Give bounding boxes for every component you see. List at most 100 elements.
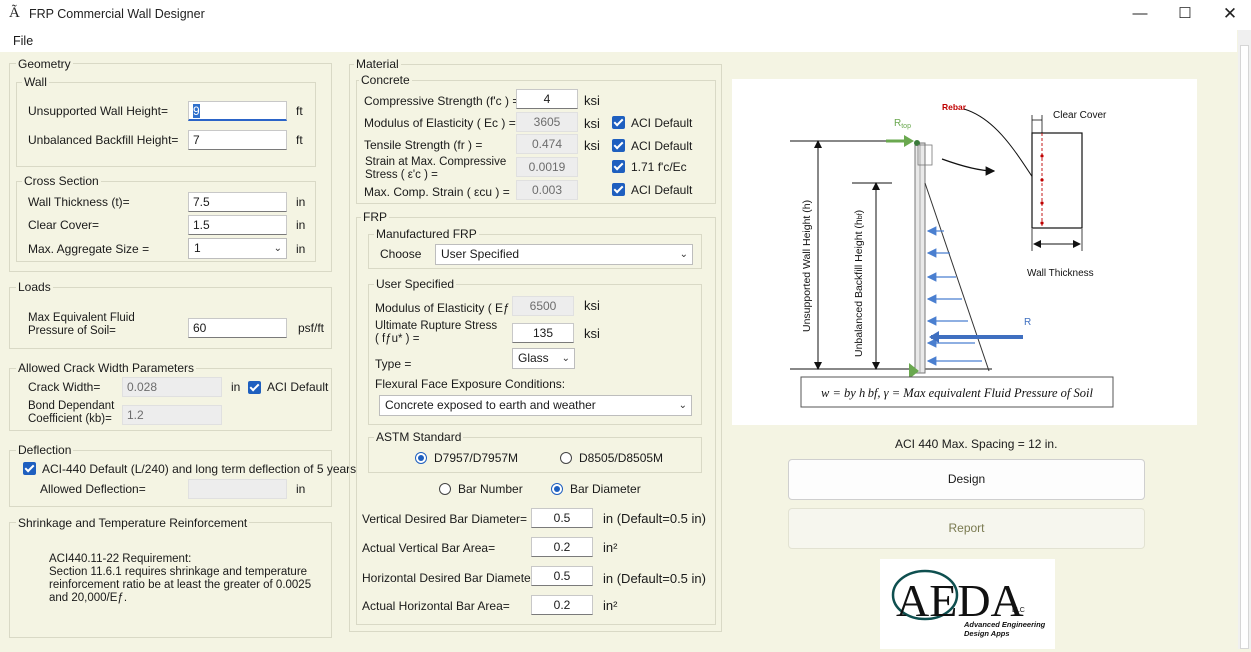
logo-tag2: Design Apps: [964, 629, 1010, 638]
allowed-deflection-label: Allowed Deflection=: [40, 482, 146, 496]
wall-thickness-input[interactable]: 7.5: [188, 192, 287, 212]
bar-number-label: Bar Number: [458, 482, 523, 496]
astm-d8505-radio[interactable]: [560, 452, 572, 464]
user-specified-legend: User Specified: [374, 277, 457, 291]
h-dia-unit: in (Default=0.5 in): [603, 571, 706, 586]
deflection-default-checkbox[interactable]: [23, 462, 36, 475]
wall-group: [16, 82, 316, 167]
astm-d7957-label: D7957/D7957M: [434, 451, 519, 465]
logo-llc: LLC: [1012, 607, 1025, 614]
h-dia-input[interactable]: 0.5: [531, 566, 593, 586]
ecu-label: Max. Comp. Strain ( εcu ) =: [364, 185, 510, 199]
ecu-default-checkbox[interactable]: [612, 183, 625, 196]
crack-width-input[interactable]: 0.028: [122, 377, 222, 397]
unsupported-height-input[interactable]: 9: [188, 101, 287, 121]
wall-thickness-unit: in: [296, 195, 306, 209]
spacing-note: ACI 440 Max. Spacing = 12 in.: [895, 437, 1058, 451]
ec-input[interactable]: 3605: [516, 112, 578, 132]
h-dia-label: Horizontal Desired Bar Diameter=: [362, 571, 542, 585]
crack-aci-default-checkbox[interactable]: [248, 381, 261, 394]
strain-label: Strain at Max. Compressive Stress ( ε'c )…: [365, 156, 507, 181]
shrinkage-text: ACI440.11-22 Requirement: Section 11.6.1…: [49, 553, 312, 604]
logo-tag1: Advanced Engineering: [963, 620, 1046, 629]
unsupported-height-diagram-label: Unsupported Wall Height (h): [801, 200, 813, 332]
shrinkage-legend: Shrinkage and Temperature Reinforcement: [16, 516, 250, 530]
bar-diameter-radio[interactable]: [551, 483, 563, 495]
crack-aci-default-label: ACI Default: [267, 380, 329, 394]
backfill-height-input[interactable]: 7: [188, 130, 287, 150]
scrollbar-thumb[interactable]: [1240, 45, 1249, 649]
fluid-pressure-input[interactable]: 60: [188, 318, 287, 338]
chevron-down-icon: ⌄: [273, 243, 282, 254]
ef-input[interactable]: 6500: [512, 296, 574, 316]
allowed-deflection-unit: in: [296, 482, 306, 496]
backfill-height-unit: ft: [296, 133, 303, 147]
h-area-label: Actual Horizontal Bar Area=: [362, 599, 510, 613]
geometry-legend: Geometry: [16, 57, 73, 71]
ffu-input[interactable]: 135: [512, 323, 574, 343]
close-icon[interactable]: ✕: [1207, 0, 1251, 30]
wall-thickness-label: Wall Thickness (t)=: [28, 195, 130, 209]
clear-cover-input[interactable]: 1.5: [188, 215, 287, 235]
frp-product-select[interactable]: User Specified ⌄: [435, 244, 693, 265]
v-area-input[interactable]: 0.2: [531, 537, 593, 557]
fc-input[interactable]: 4: [516, 89, 578, 109]
astm-d7957-radio[interactable]: [415, 452, 427, 464]
aggregate-size-label: Max. Aggregate Size =: [28, 242, 150, 256]
report-button[interactable]: Report: [788, 508, 1145, 549]
allowed-deflection-input[interactable]: [188, 479, 287, 499]
concrete-legend: Concrete: [359, 73, 412, 87]
fc-unit: ksi: [584, 93, 600, 108]
clear-cover-unit: in: [296, 218, 306, 232]
window-title: FRP Commercial Wall Designer: [29, 7, 205, 21]
clear-cover-diagram-label: Clear Cover: [1053, 110, 1107, 121]
bond-coefficient-label: Bond Dependant Coefficient (kb)=: [28, 400, 115, 425]
chevron-down-icon: ⌄: [561, 353, 570, 364]
fr-input[interactable]: 0.474: [516, 134, 578, 154]
logo-letters: AEDA: [896, 575, 1024, 626]
loads-legend: Loads: [16, 280, 53, 294]
crack-width-legend: Allowed Crack Width Parameters: [16, 361, 197, 375]
rebar-label: Rebar: [942, 102, 967, 112]
bond-coefficient-input[interactable]: 1.2: [122, 405, 222, 425]
wall-diagram-svg: Unsupported Wall Height (h) Unbalanced B…: [790, 102, 1114, 408]
fc-label: Compressive Strength (f'c ) =: [364, 94, 520, 108]
ffu-label: Ultimate Rupture Stress( fƒu* ) =: [375, 320, 498, 345]
crack-width-unit: in: [231, 380, 241, 394]
type-label: Type =: [375, 357, 412, 371]
fr-unit: ksi: [584, 138, 600, 153]
astm-legend: ASTM Standard: [374, 430, 464, 444]
fluid-pressure-unit: psf/ft: [298, 321, 325, 335]
maximize-icon[interactable]: ☐: [1162, 0, 1208, 30]
v-dia-label: Vertical Desired Bar Diameter=: [362, 512, 528, 526]
chevron-down-icon: ⌄: [678, 400, 687, 411]
frp-type-select[interactable]: Glass ⌄: [512, 348, 575, 369]
minimize-icon[interactable]: —: [1117, 0, 1163, 30]
menu-file[interactable]: File: [13, 34, 33, 48]
backfill-height-diagram-label: Unbalanced Backfill Height (hbf): [853, 210, 865, 357]
wall-diagram: Unsupported Wall Height (h) Unbalanced B…: [732, 79, 1197, 425]
fr-default-checkbox[interactable]: [612, 139, 625, 152]
formula-text: w = by h bf, γ = Max equivalent Fluid Pr…: [821, 386, 1093, 400]
aggregate-size-select[interactable]: 1 ⌄: [188, 238, 287, 259]
backfill-height-label: Unbalanced Backfill Height=: [28, 133, 179, 147]
ffu-unit: ksi: [584, 326, 600, 341]
rtop-label: Rtop: [894, 118, 911, 130]
bar-number-radio[interactable]: [439, 483, 451, 495]
design-button[interactable]: Design: [788, 459, 1145, 500]
strain-default-checkbox[interactable]: [612, 160, 625, 173]
deflection-default-label: ACI-440 Default (L/240) and long term de…: [42, 462, 357, 476]
fr-label: Tensile Strength (fr ) =: [364, 138, 483, 152]
ef-label: Modulus of Elasticity ( Eƒ ) =: [375, 301, 528, 315]
v-dia-input[interactable]: 0.5: [531, 508, 593, 528]
fr-default-label: ACI Default: [631, 139, 693, 153]
strain-default-label: 1.71 f'c/Ec: [631, 160, 687, 174]
frp-legend: FRP: [361, 210, 389, 224]
ecu-input[interactable]: 0.003: [516, 180, 578, 200]
chevron-down-icon: ⌄: [679, 249, 688, 260]
exposure-select[interactable]: Concrete exposed to earth and weather ⌄: [379, 395, 692, 416]
strain-input[interactable]: 0.0019: [516, 157, 578, 177]
h-area-input[interactable]: 0.2: [531, 595, 593, 615]
aggregate-size-unit: in: [296, 242, 306, 256]
ec-default-checkbox[interactable]: [612, 116, 625, 129]
